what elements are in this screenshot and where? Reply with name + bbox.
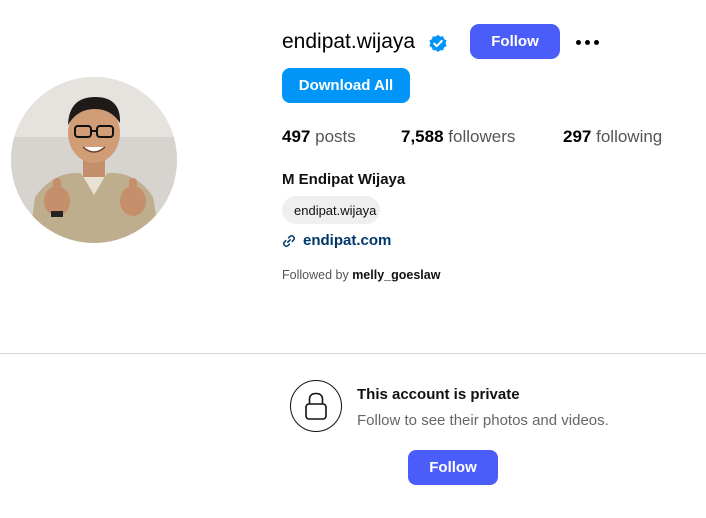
private-follow-button[interactable]: Follow [408,450,498,485]
more-dot [584,39,590,45]
posts-count: 497 [282,127,311,146]
followed-by-user: melly_goeslaw [352,268,441,282]
followers-count: 7,588 [401,127,444,146]
download-all-button[interactable]: Download All [282,68,410,103]
followers-label: followers [448,127,516,146]
lock-icon [290,380,342,432]
posts-stat: 497 posts [282,126,356,148]
website-link-text: endipat.com [303,232,392,249]
more-dot [575,39,581,45]
followers-stat[interactable]: 7,588 followers [401,126,515,148]
more-dot [593,39,599,45]
profile-username: endipat.wijaya [282,30,416,53]
profile-avatar[interactable] [11,77,177,243]
private-account-subtitle: Follow to see their photos and videos. [357,412,609,429]
lock-glyph [305,392,327,420]
profile-full-name: M Endipat Wijaya [282,171,406,188]
avatar-photo [11,77,177,243]
verified-badge-icon [429,34,447,52]
following-label: following [596,127,663,146]
posts-label: posts [315,127,356,146]
private-account-title: This account is private [357,386,520,403]
more-options-icon[interactable] [572,30,602,54]
threads-handle: endipat.wijaya [294,202,377,218]
section-divider [0,353,706,354]
link-icon [282,234,296,247]
following-count: 297 [563,127,592,146]
follow-button[interactable]: Follow [470,24,560,59]
threads-profile-link[interactable]: endipat.wijaya [282,196,380,224]
website-link[interactable]: endipat.com [282,232,391,249]
followed-by[interactable]: Followed by melly_goeslaw [282,268,440,282]
following-stat[interactable]: 297 following [563,126,662,148]
followed-by-prefix: Followed by [282,268,349,282]
